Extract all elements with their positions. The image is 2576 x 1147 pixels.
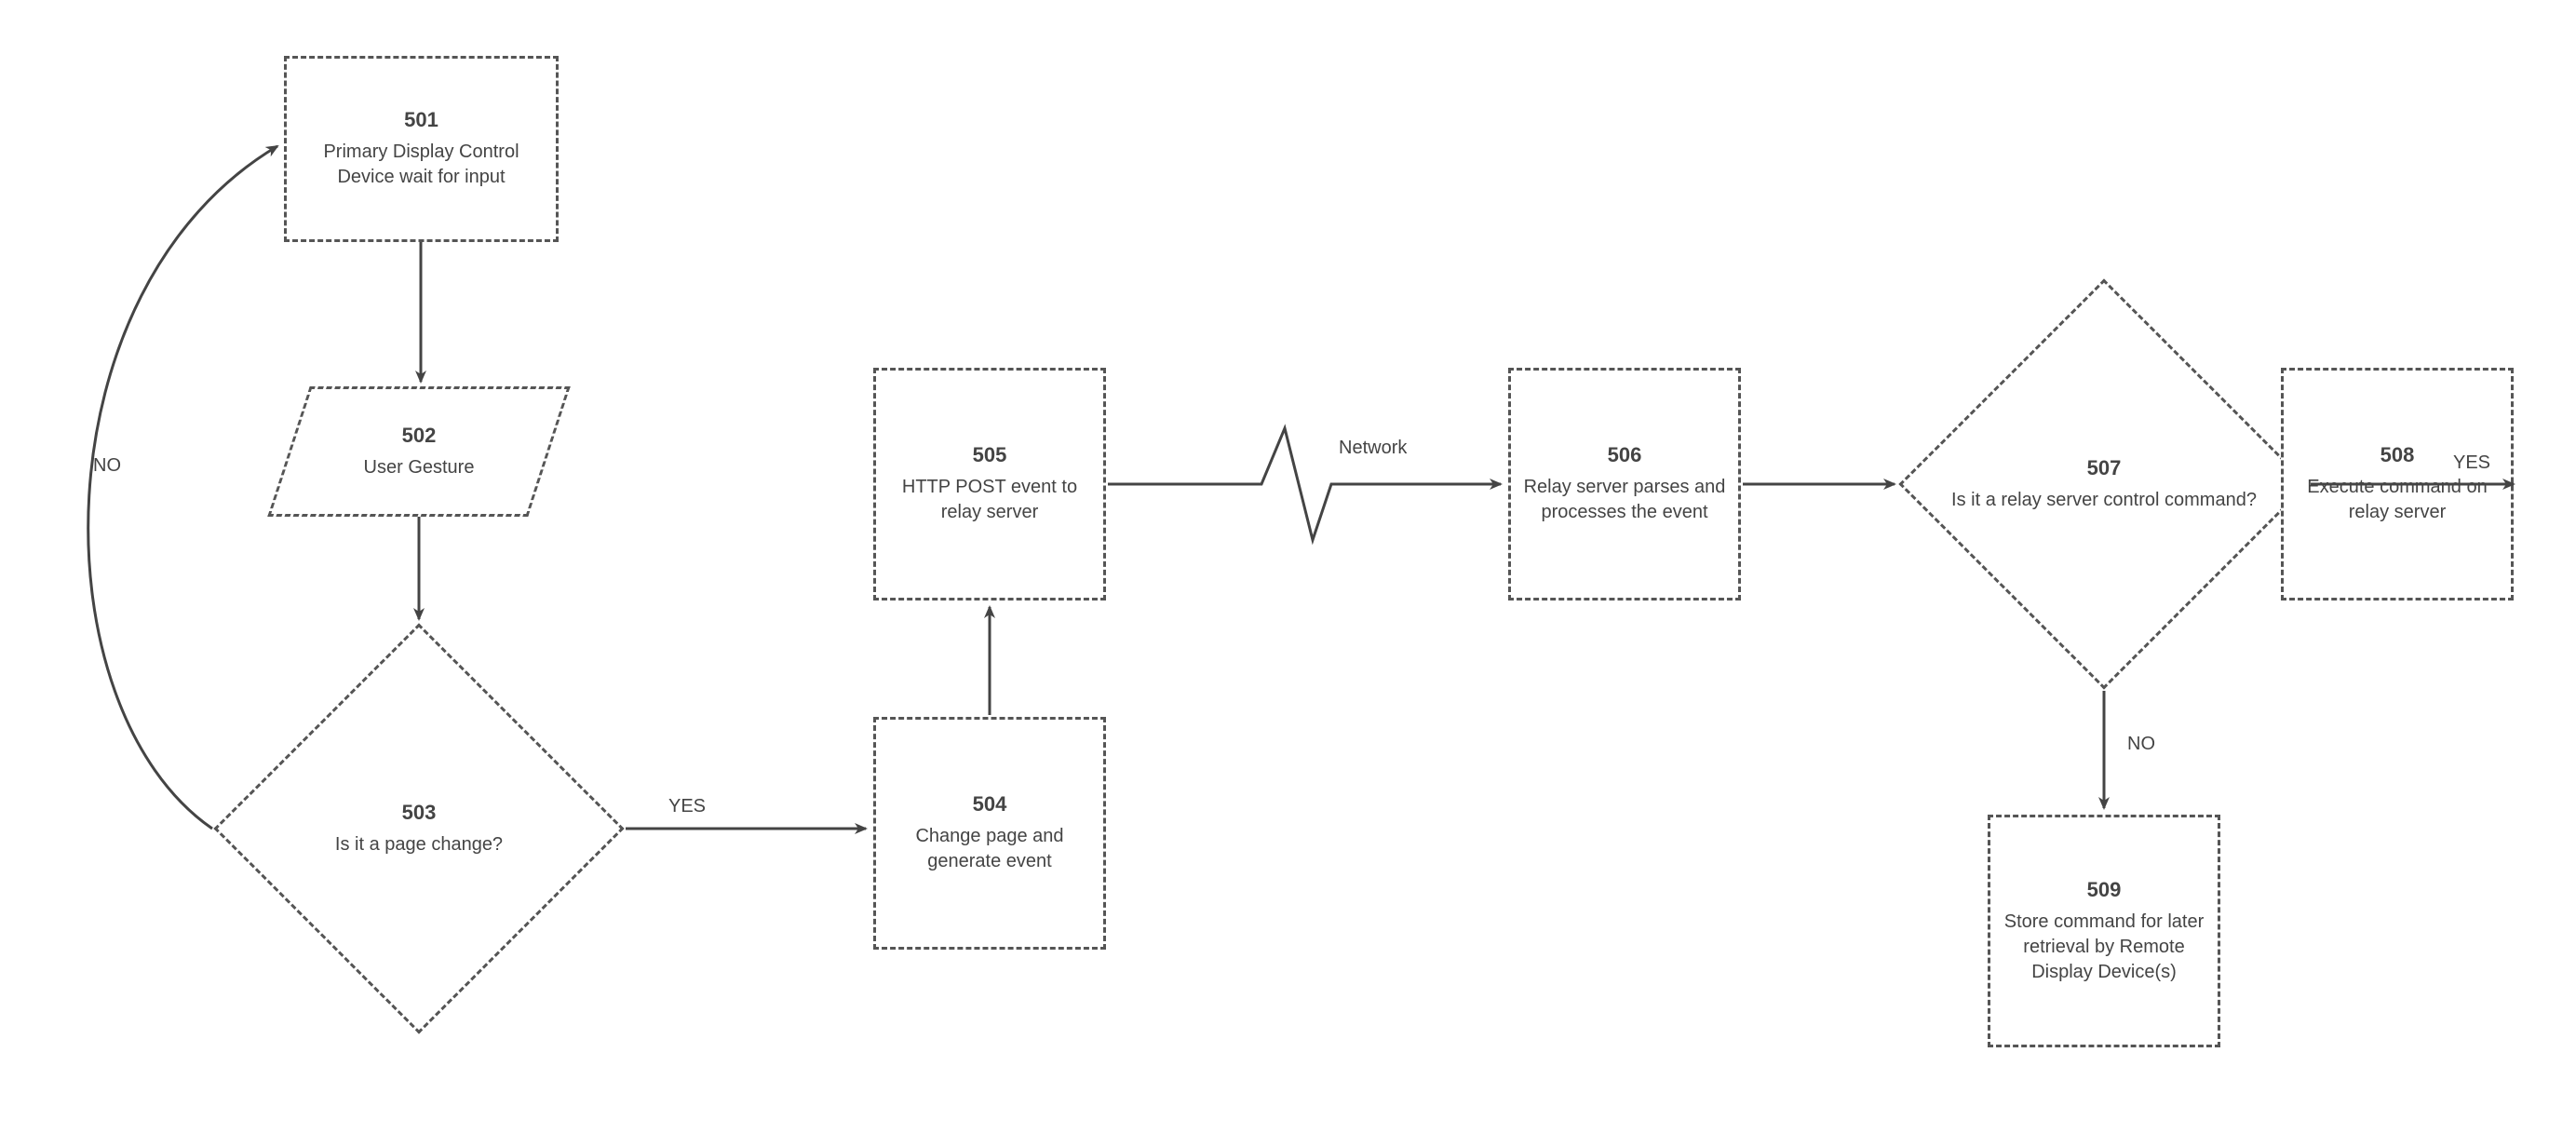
node-501: 501 Primary Display Control Device wait … xyxy=(284,56,559,242)
node-509: 509 Store command for later retrieval by… xyxy=(1988,815,2220,1047)
label-yes-503: YES xyxy=(668,796,706,817)
label-network: Network xyxy=(1339,438,1407,459)
node-502-text: User Gesture xyxy=(364,455,475,480)
label-no-507: NO xyxy=(2127,734,2155,755)
arrow-505-506-network xyxy=(1108,428,1501,540)
node-507-content: 507 Is it a relay server control command… xyxy=(1899,279,2309,689)
node-502-number: 502 xyxy=(402,424,437,448)
node-508-number: 508 xyxy=(2380,443,2415,467)
node-506-text: Relay server parses and processes the ev… xyxy=(1520,475,1729,525)
node-509-text: Store command for later retrieval by Rem… xyxy=(2000,910,2208,985)
node-503: 503 Is it a page change? xyxy=(214,624,624,1033)
node-501-text: Primary Display Control Device wait for … xyxy=(296,140,546,190)
node-504-text: Change page and generate event xyxy=(885,824,1094,874)
node-504-number: 504 xyxy=(973,792,1007,816)
node-502-content: 502 User Gesture xyxy=(289,386,549,517)
label-no-503: NO xyxy=(93,455,121,477)
node-504: 504 Change page and generate event xyxy=(873,717,1106,950)
node-503-content: 503 Is it a page change? xyxy=(214,624,624,1033)
node-508: 508 Execute command on relay server xyxy=(2281,368,2514,600)
node-501-number: 501 xyxy=(404,108,438,132)
label-yes-507: YES xyxy=(2453,452,2490,474)
node-506-number: 506 xyxy=(1608,443,1642,467)
node-509-number: 509 xyxy=(2087,878,2122,902)
node-506: 506 Relay server parses and processes th… xyxy=(1508,368,1741,600)
flowchart-canvas: 501 Primary Display Control Device wait … xyxy=(0,0,2576,1147)
node-502: 502 User Gesture xyxy=(289,386,549,517)
node-507-text: Is it a relay server control command? xyxy=(1951,488,2257,513)
node-508-text: Execute command on relay server xyxy=(2293,475,2502,525)
node-503-text: Is it a page change? xyxy=(335,832,503,857)
node-503-number: 503 xyxy=(402,801,437,825)
node-505: 505 HTTP POST event to relay server xyxy=(873,368,1106,600)
node-505-number: 505 xyxy=(973,443,1007,467)
node-507: 507 Is it a relay server control command… xyxy=(1899,279,2309,689)
node-505-text: HTTP POST event to relay server xyxy=(885,475,1094,525)
node-507-number: 507 xyxy=(2087,456,2122,480)
